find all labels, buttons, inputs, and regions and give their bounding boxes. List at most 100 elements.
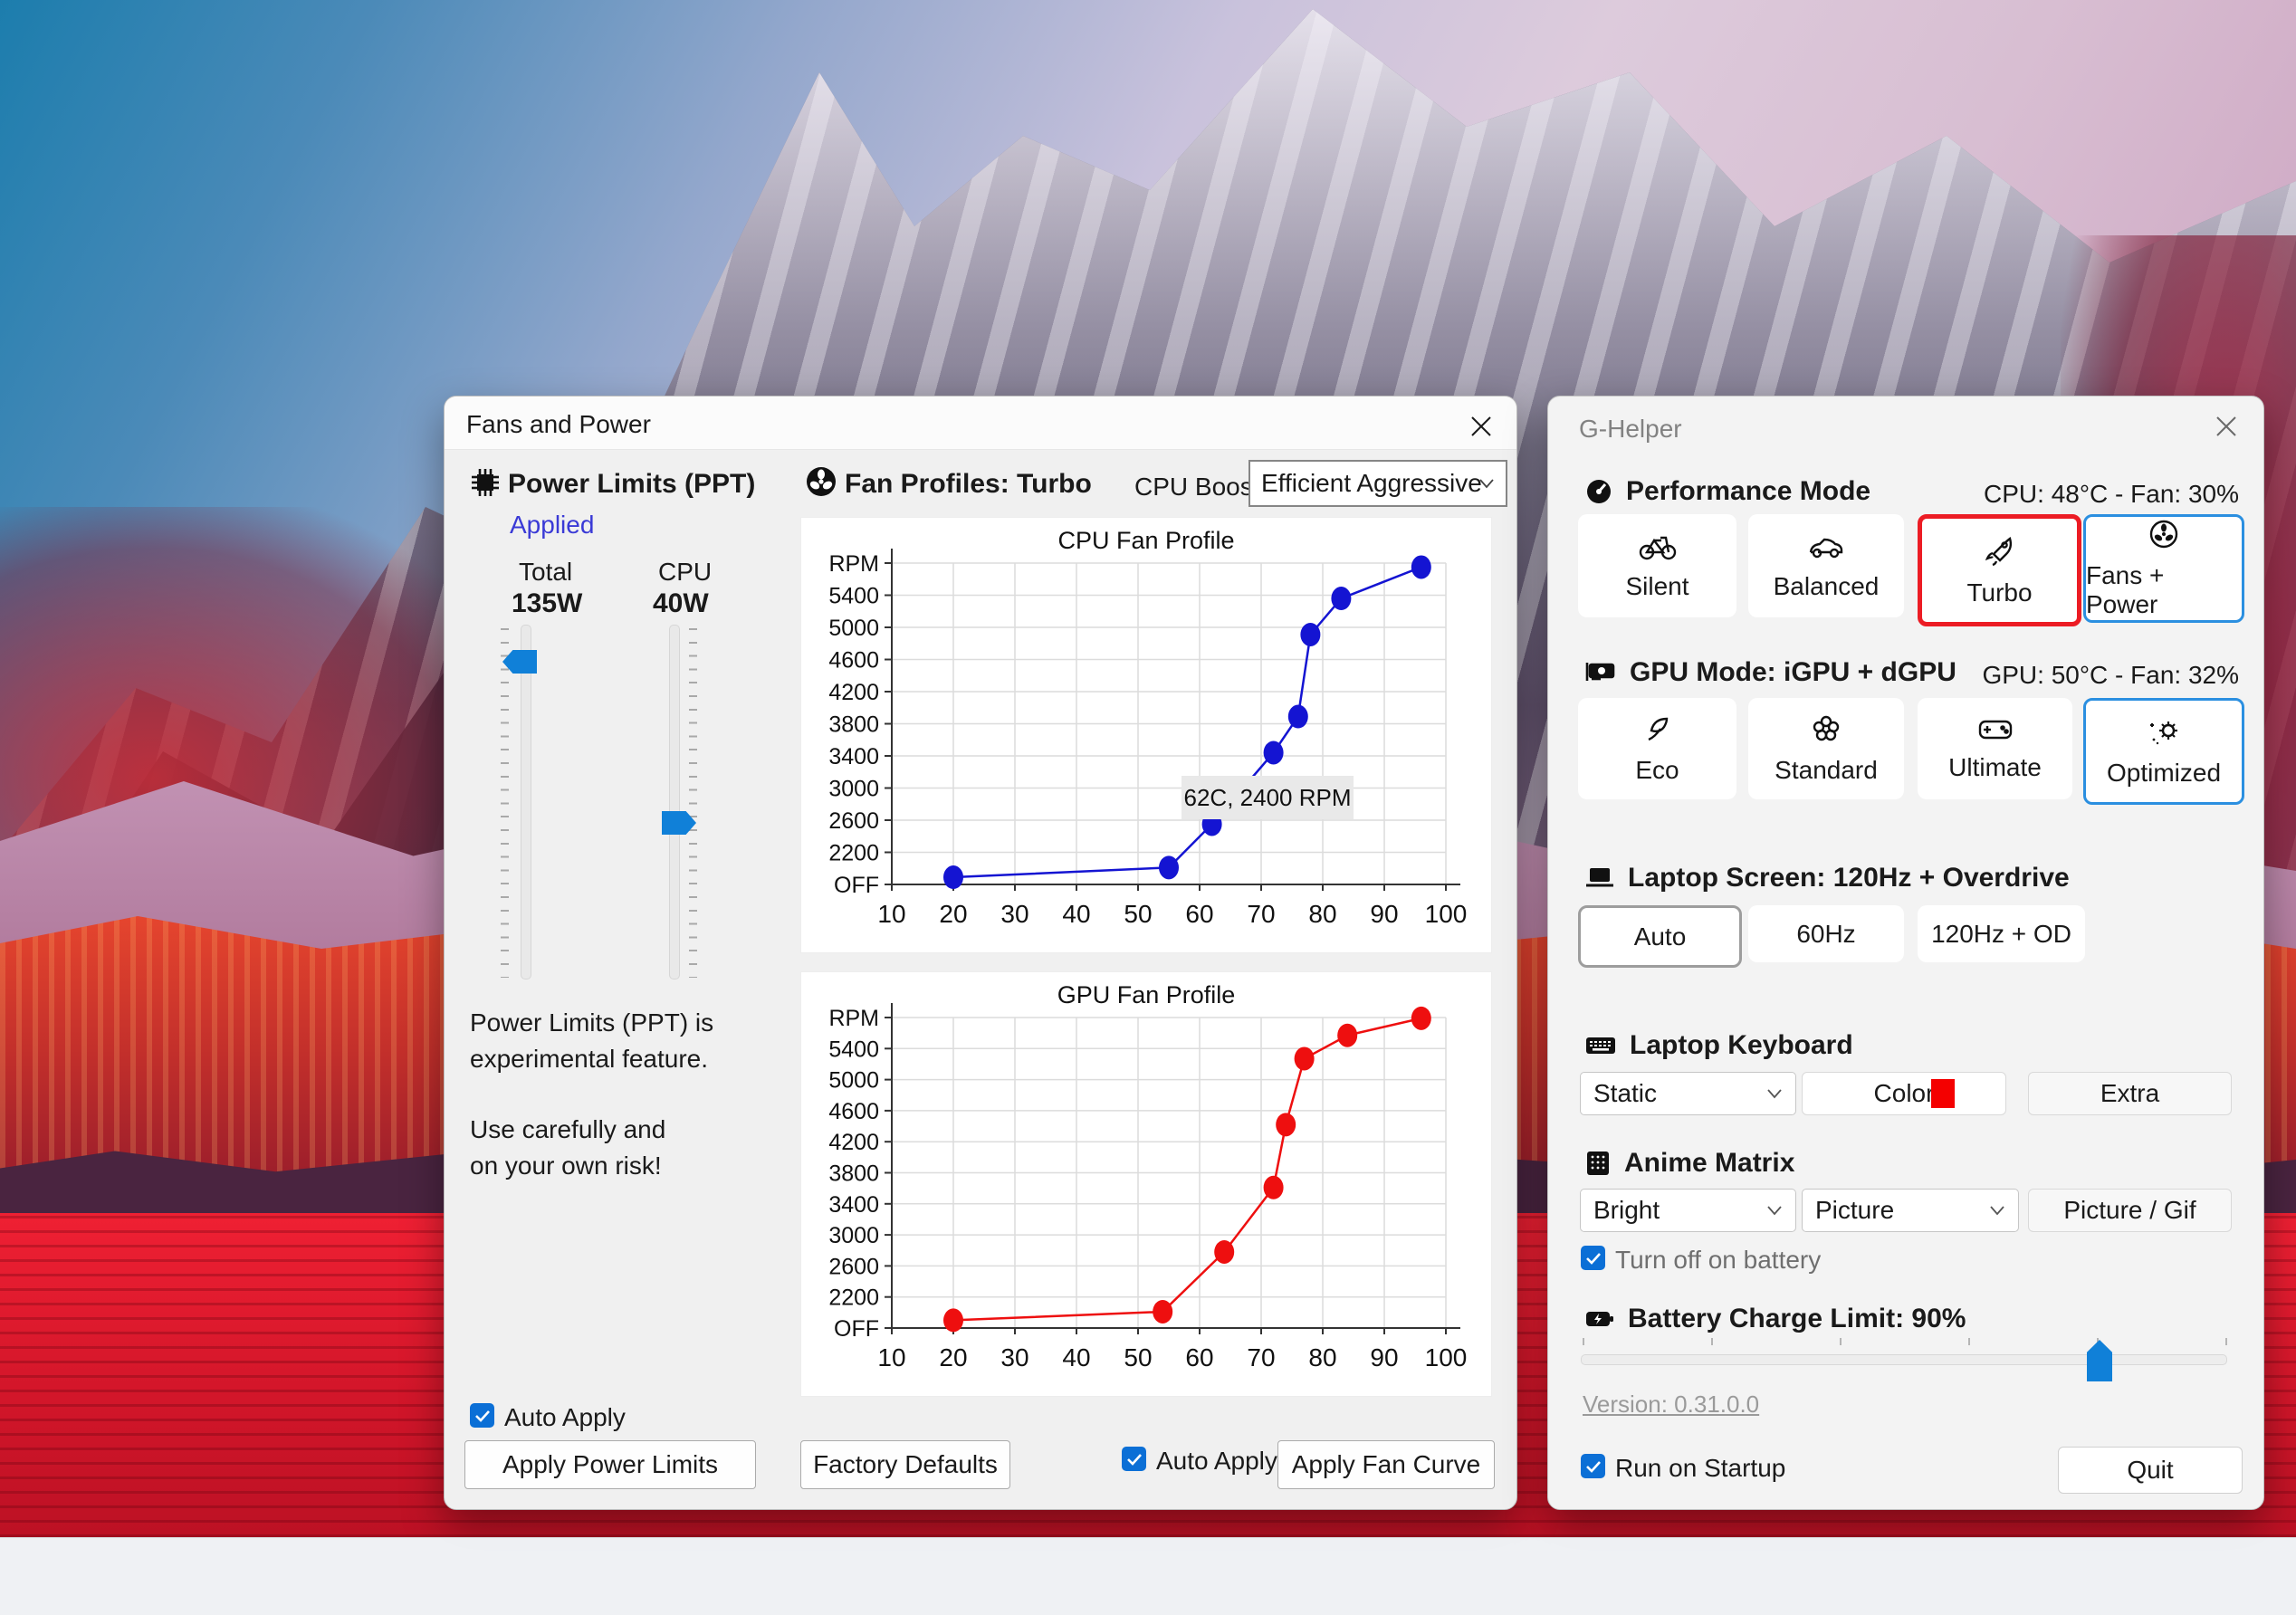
anime-brightness-select[interactable]: Bright [1580, 1189, 1796, 1232]
slider-tick-marks [501, 628, 509, 978]
mode-button-label: Fans + Power [2086, 561, 2165, 618]
svg-text:90: 90 [1370, 900, 1398, 928]
close-icon[interactable] [2211, 411, 2242, 442]
factory-defaults-button[interactable]: Factory Defaults [800, 1440, 1010, 1489]
anime-mode-select[interactable]: Picture [1802, 1189, 2019, 1232]
svg-text:RPM: RPM [828, 1006, 879, 1031]
keyboard-extra-button[interactable]: Extra [2028, 1072, 2232, 1115]
slider-track[interactable] [1581, 1354, 2227, 1365]
mode-button-fans-power[interactable]: Fans + Power [2083, 514, 2244, 623]
anime-matrix-heading: Anime Matrix [1624, 1148, 1795, 1178]
svg-text:50: 50 [1124, 1343, 1152, 1371]
svg-text:70: 70 [1247, 1343, 1275, 1371]
svg-text:OFF: OFF [834, 1316, 879, 1342]
gpu-button-ultimate[interactable]: Ultimate [1918, 698, 2072, 799]
mode-button-balanced[interactable]: Balanced [1748, 514, 1904, 617]
performance-mode-heading: Performance Mode [1626, 476, 1871, 506]
apply-fan-curve-button[interactable]: Apply Fan Curve [1277, 1440, 1495, 1489]
chevron-down-icon [1766, 1087, 1783, 1100]
svg-text:4200: 4200 [828, 1130, 879, 1155]
fans-power-window: Fans and Power Power Limits (PPT) Applie… [444, 396, 1517, 1510]
keyboard-color-button[interactable]: Color [1802, 1072, 2006, 1115]
ghelper-window-title: G-Helper [1579, 415, 1682, 443]
anime-picture-gif-button[interactable]: Picture / Gif [2028, 1189, 2232, 1232]
mode-button-silent[interactable]: Silent [1578, 514, 1736, 617]
svg-text:30: 30 [1000, 1343, 1028, 1371]
ppt-note-line2: experimental feature. [470, 1045, 709, 1073]
slider-track[interactable] [521, 625, 531, 980]
gpu-card-icon [1584, 659, 1617, 686]
rocket-icon [1983, 533, 2017, 568]
svg-text:20: 20 [939, 1343, 967, 1371]
screen-button-label: 60Hz [1796, 919, 1856, 948]
svg-text:4200: 4200 [828, 680, 879, 705]
gpu-button-optimized[interactable]: Optimized [2083, 698, 2244, 805]
gpu-button-eco[interactable]: Eco [1578, 698, 1736, 799]
gpu-temp-status: GPU: 50°C - Fan: 32% [1982, 661, 2239, 689]
screen-button-120hz-od[interactable]: 120Hz + OD [1918, 905, 2085, 962]
svg-text:40: 40 [1062, 900, 1090, 928]
fans-window-titlebar[interactable]: Fans and Power [445, 397, 1516, 450]
power-limits-status: Applied [510, 511, 595, 539]
svg-text:CPU Fan Profile: CPU Fan Profile [1057, 527, 1234, 554]
svg-text:3000: 3000 [828, 777, 879, 802]
laptop-screen-heading: Laptop Screen: 120Hz + Overdrive [1628, 863, 2070, 893]
check-icon [1585, 1252, 1601, 1265]
gpu-button-label: Ultimate [1948, 753, 2042, 781]
screen-button-label: 120Hz + OD [1931, 919, 2071, 948]
svg-text:4600: 4600 [828, 1099, 879, 1124]
total-watt-value: 135W [512, 588, 583, 618]
quit-button[interactable]: Quit [2058, 1447, 2243, 1494]
svg-text:40: 40 [1062, 1343, 1090, 1371]
svg-text:2200: 2200 [828, 1285, 879, 1311]
cpu-fan-chart[interactable]: CPU Fan Profile 10 20 30 40 50 60 70 80 90 100 OFF 2… [800, 517, 1492, 953]
svg-text:5000: 5000 [828, 1068, 879, 1094]
svg-text:80: 80 [1308, 900, 1336, 928]
mode-button-label: Turbo [1966, 578, 2033, 607]
check-icon [1126, 1453, 1142, 1466]
svg-text:2600: 2600 [828, 808, 879, 834]
laptop-keyboard-heading: Laptop Keyboard [1630, 1030, 1853, 1060]
svg-text:RPM: RPM [828, 551, 879, 577]
gamepad-icon [1976, 715, 2014, 742]
auto-apply-fan-checkbox[interactable] [1122, 1447, 1146, 1471]
screen-button-auto[interactable]: Auto [1578, 905, 1742, 968]
gpu-button-standard[interactable]: Standard [1748, 698, 1904, 799]
mode-button-label: Silent [1625, 572, 1689, 600]
cpu-temp-status: CPU: 48°C - Fan: 30% [1984, 480, 2239, 508]
svg-text:10: 10 [877, 1343, 905, 1371]
auto-apply-fan-label: Auto Apply [1156, 1447, 1277, 1475]
power-limits-heading: Power Limits (PPT) [508, 469, 756, 499]
color-swatch [1931, 1079, 1955, 1108]
color-button-label: Color [1873, 1079, 1935, 1107]
leaf-icon [1641, 712, 1674, 745]
run-on-startup-checkbox[interactable] [1581, 1454, 1605, 1478]
fan-icon [2148, 518, 2180, 550]
svg-text:100: 100 [1425, 1343, 1468, 1371]
cpu-boost-value: Efficient Aggressive [1261, 469, 1482, 497]
version-link[interactable]: Version: 0.31.0.0 [1583, 1390, 1759, 1419]
battery-limit-heading: Battery Charge Limit: 90% [1628, 1304, 1966, 1333]
slider-track[interactable] [669, 625, 680, 980]
chevron-down-icon [1989, 1204, 2005, 1217]
svg-text:60: 60 [1185, 1343, 1213, 1371]
mode-button-turbo[interactable]: Turbo [1918, 514, 2081, 626]
svg-text:80: 80 [1308, 1343, 1336, 1371]
slider-thumb[interactable] [2087, 1340, 2112, 1381]
cpu-boost-select[interactable]: Efficient Aggressive [1248, 460, 1507, 507]
gpu-fan-chart[interactable]: GPU Fan Profile 10 20 30 40 50 60 70 80 90 100 OFF 2… [800, 971, 1492, 1397]
speedometer-icon [1584, 477, 1613, 506]
svg-text:70: 70 [1247, 900, 1275, 928]
close-icon[interactable] [1466, 411, 1497, 442]
keyboard-mode-select[interactable]: Static [1580, 1072, 1796, 1115]
svg-text:90: 90 [1370, 1343, 1398, 1371]
svg-text:3800: 3800 [828, 1161, 879, 1187]
turn-off-on-battery-checkbox[interactable] [1581, 1246, 1605, 1270]
apply-power-limits-button[interactable]: Apply Power Limits [464, 1440, 756, 1489]
screen-button-60hz[interactable]: 60Hz [1748, 905, 1904, 962]
battery-icon [1584, 1307, 1615, 1331]
svg-text:5000: 5000 [828, 616, 879, 641]
auto-apply-power-checkbox[interactable] [470, 1403, 494, 1428]
fans-window-title: Fans and Power [466, 410, 651, 438]
flower-icon [1810, 712, 1842, 745]
